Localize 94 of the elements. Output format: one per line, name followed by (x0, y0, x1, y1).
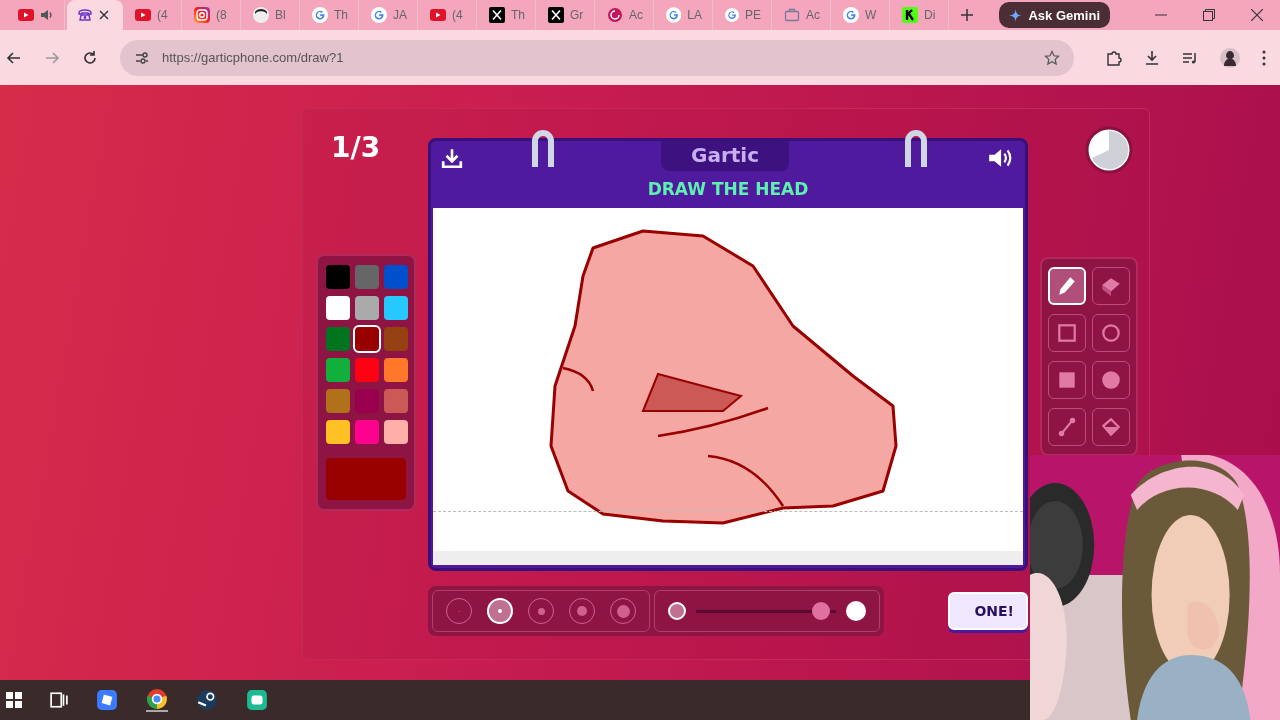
round-counter: 1/3 (331, 131, 382, 164)
color-swatch[interactable] (326, 358, 350, 382)
puzzle-piece-icon[interactable] (1106, 49, 1122, 66)
tool-button[interactable] (1048, 408, 1086, 446)
square-outline-icon (1056, 322, 1078, 344)
color-swatch[interactable] (355, 358, 379, 382)
video-play-icon (135, 9, 151, 21)
letter-g-icon (843, 7, 859, 23)
color-swatch[interactable] (355, 420, 379, 444)
app-icon[interactable] (96, 689, 118, 711)
new-tab-icon[interactable] (961, 9, 973, 21)
address-bar[interactable]: https://garticphone.com/draw?1 (120, 39, 1074, 76)
color-swatch[interactable] (384, 265, 408, 289)
letter-g-icon (371, 7, 387, 23)
color-swatch[interactable] (384, 358, 408, 382)
profile-avatar-icon[interactable] (1220, 47, 1240, 68)
color-swatch[interactable] (384, 296, 408, 320)
square-icon (1056, 369, 1078, 391)
telephone-icon (77, 7, 93, 23)
pencil-icon (1056, 275, 1078, 297)
color-swatch[interactable] (384, 420, 408, 444)
back-icon[interactable] (6, 49, 22, 66)
tab-title: LA (687, 8, 702, 22)
tab-title: Th (511, 8, 525, 22)
gartic-logo: Gartic (660, 141, 789, 171)
close-window-icon[interactable] (1251, 9, 1263, 21)
drawing-prompt: DRAW THE HEAD (646, 179, 810, 199)
tool-button[interactable] (1092, 314, 1130, 352)
timer-icon (1085, 126, 1133, 174)
bookmark-star-icon[interactable] (1044, 49, 1060, 66)
paint-bucket-icon (1100, 416, 1122, 438)
color-swatch[interactable] (355, 296, 379, 320)
sparkle-icon (1009, 8, 1023, 22)
speaker-icon[interactable] (987, 147, 1013, 169)
camera-icon (194, 7, 210, 23)
video-play-icon (430, 9, 446, 21)
color-swatch[interactable] (326, 420, 350, 444)
letter-g-icon (666, 7, 682, 23)
tab-title: Bl (275, 8, 286, 22)
tab-title: (4 (157, 8, 168, 22)
restore-icon[interactable] (1203, 9, 1215, 21)
color-swatch[interactable] (326, 327, 350, 351)
letter-k-icon (902, 7, 918, 23)
color-swatch[interactable] (384, 389, 408, 413)
tool-button[interactable] (1048, 361, 1086, 399)
slider-thumb[interactable] (811, 602, 830, 620)
color-swatch[interactable] (326, 296, 350, 320)
opacity-high-icon (846, 601, 866, 621)
tool-button[interactable] (1048, 314, 1086, 352)
circle-icon (1100, 369, 1122, 391)
steam-icon[interactable] (196, 689, 218, 711)
tool-button[interactable] (1092, 408, 1130, 446)
circle-outline-icon (1100, 322, 1122, 344)
forward-icon[interactable] (44, 49, 60, 66)
letter-g-icon (725, 7, 739, 23)
swirl-icon (607, 7, 623, 23)
line-icon (1056, 416, 1078, 438)
tab-title: Gr (570, 8, 584, 22)
color-swatch[interactable] (355, 327, 379, 351)
briefcase-icon (784, 7, 800, 23)
chrome-icon[interactable] (146, 688, 168, 712)
tool-button[interactable] (1092, 267, 1130, 305)
tab-title: (8 (216, 8, 227, 22)
url-text: https://garticphone.com/draw?1 (162, 50, 345, 65)
menu-icon[interactable] (1262, 49, 1266, 66)
windows-start-icon[interactable] (6, 692, 22, 708)
reload-icon[interactable] (82, 49, 98, 66)
tab-title: Di (924, 8, 936, 22)
task-view-icon[interactable] (50, 691, 68, 709)
tab-title: Ac (806, 8, 820, 22)
tab-title: W (865, 8, 877, 22)
x-logo-icon (548, 7, 564, 23)
x-logo-icon (489, 7, 505, 23)
avatar-icon (253, 7, 269, 23)
tab-title: JA (393, 8, 407, 22)
tab-title: Ac (629, 8, 643, 22)
tab-title: Th (334, 8, 348, 22)
video-play-icon (18, 9, 34, 21)
close-icon[interactable] (99, 10, 109, 20)
ask-gemini-button[interactable]: Ask Gemini (999, 2, 1110, 28)
color-swatch[interactable] (326, 265, 350, 289)
color-swatch[interactable] (355, 265, 379, 289)
tab-title: (4 (452, 8, 463, 22)
browser-tab[interactable] (67, 0, 123, 30)
done-button[interactable]: ONE! (948, 592, 1028, 630)
chat-app-icon[interactable] (246, 689, 268, 711)
opacity-low-icon (668, 602, 686, 620)
color-swatch[interactable] (326, 389, 350, 413)
letter-g-icon (312, 7, 328, 23)
tab-title: PE (745, 8, 761, 22)
tool-button[interactable] (1092, 361, 1130, 399)
site-settings-icon[interactable] (134, 49, 150, 66)
download-icon[interactable] (1144, 49, 1160, 66)
color-swatch[interactable] (384, 327, 408, 351)
